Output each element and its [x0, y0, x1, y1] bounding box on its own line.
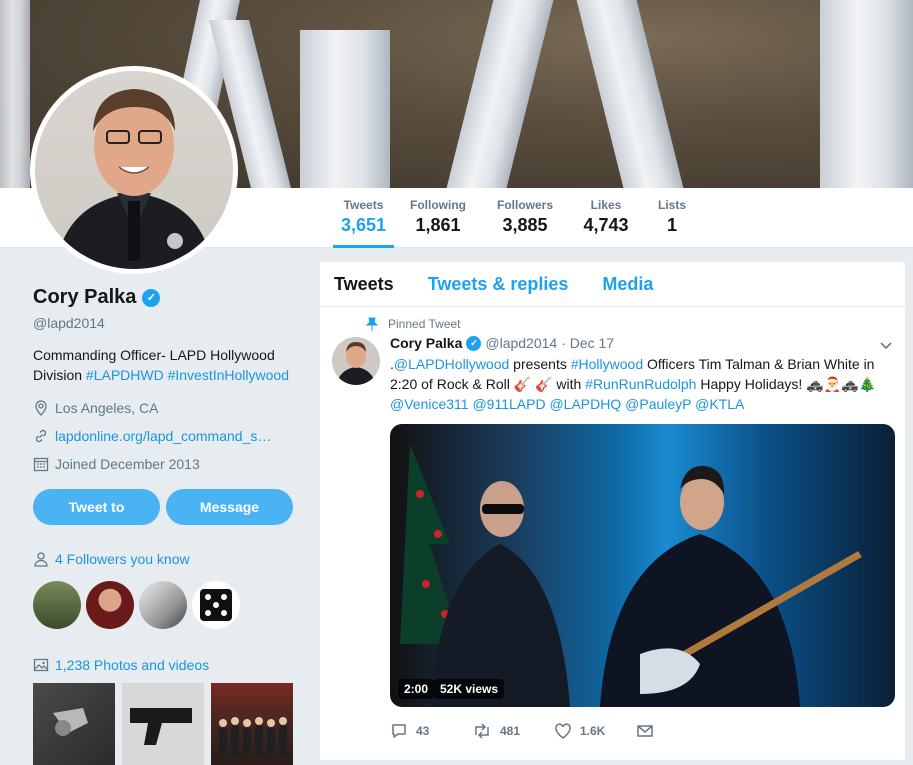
tweet-text-part: presents: [509, 356, 571, 372]
profile-name-row: Cory Palka ✓: [33, 286, 295, 309]
stat-label: Tweets: [343, 198, 384, 212]
pinned-indicator: Pinned Tweet: [366, 317, 461, 331]
hashtag-hollywood[interactable]: #Hollywood: [571, 356, 643, 372]
tweet-date[interactable]: · Dec 17: [561, 335, 614, 351]
timeline: Tweets Tweets & replies Media Pinned Twe…: [319, 261, 906, 761]
person-icon: [34, 552, 48, 567]
mention-ktla[interactable]: @KTLA: [695, 396, 744, 412]
stat-likes[interactable]: Likes 4,743: [582, 198, 630, 248]
profile-handle: @lapd2014: [33, 315, 105, 331]
photo-thumb[interactable]: [122, 683, 204, 765]
tweet-video[interactable]: 2:00 52K views: [390, 424, 895, 707]
mention-lapdhq[interactable]: @LAPDHQ: [549, 396, 621, 412]
pin-icon: [366, 317, 378, 331]
retweet-count: 481: [500, 724, 521, 738]
stat-following[interactable]: Following 1,861: [408, 198, 468, 248]
stat-label: Likes: [590, 198, 622, 212]
dice-icon: [200, 589, 232, 621]
stat-value: 1: [666, 215, 677, 235]
location-row: Los Angeles, CA: [33, 399, 295, 417]
tab-tweets-and-replies[interactable]: Tweets & replies: [428, 274, 569, 295]
tweet-handle[interactable]: @lapd2014: [485, 335, 557, 351]
follower-avatar[interactable]: [33, 581, 81, 629]
stat-lists[interactable]: Lists 1: [658, 198, 686, 248]
stat-value: 1,861: [415, 215, 461, 235]
image-icon: [33, 658, 49, 672]
bio-hashtag-investinhollywood[interactable]: #InvestInHollywood: [168, 367, 289, 383]
direct-message-button[interactable]: [636, 722, 718, 740]
tweet-text: .@LAPDHollywood presents #Hollywood Offi…: [390, 354, 900, 414]
mention-lapdhollywood[interactable]: @LAPDHollywood: [394, 356, 509, 372]
tweet-text-part: Happy Holidays! 🚓🎅🚓🎄: [696, 376, 876, 392]
verified-icon: ✓: [466, 335, 482, 351]
followers-you-know-header: 4 Followers you know: [33, 551, 295, 567]
mention-911lapd[interactable]: @911LAPD: [472, 396, 545, 412]
retweet-button[interactable]: 481: [472, 722, 554, 740]
follower-avatar[interactable]: [139, 581, 187, 629]
profile-name[interactable]: Cory Palka: [33, 286, 136, 309]
location-text: Los Angeles, CA: [55, 400, 159, 416]
link-icon: [35, 429, 47, 443]
stat-label: Lists: [658, 198, 687, 212]
profile-avatar[interactable]: [30, 66, 238, 274]
stat-value: 3,885: [502, 215, 548, 235]
location-pin-icon: [35, 400, 47, 416]
avatar-photo: [55, 89, 213, 269]
website-row: lapdonline.org/lapd_command_s…: [33, 427, 295, 445]
timeline-tabs: Tweets Tweets & replies Media: [320, 262, 905, 307]
photo-thumb[interactable]: [211, 683, 293, 765]
joined-text: Joined December 2013: [55, 456, 200, 472]
message-button[interactable]: Message: [166, 489, 293, 525]
chevron-down-icon[interactable]: [879, 338, 893, 352]
tab-media[interactable]: Media: [602, 274, 653, 295]
followers-you-know-link[interactable]: 4 Followers you know: [55, 551, 190, 567]
stat-label: Followers: [496, 198, 553, 212]
video-duration: 2:00: [398, 679, 435, 699]
hashtag-runrunrudolph[interactable]: #RunRunRudolph: [585, 376, 696, 392]
joined-row: Joined December 2013: [33, 455, 295, 473]
like-button[interactable]: 1.6K: [554, 722, 636, 740]
reply-count: 43: [416, 724, 430, 738]
retweet-icon: [475, 723, 489, 739]
calendar-icon: [33, 457, 49, 472]
reply-button[interactable]: 43: [390, 722, 472, 740]
tweet-header: Cory Palka ✓ @lapd2014 · Dec 17: [390, 335, 614, 351]
reply-icon: [392, 724, 406, 738]
pinned-label: Pinned Tweet: [388, 317, 461, 331]
stat-value: 4,743: [583, 215, 629, 235]
stat-followers[interactable]: Followers 3,885: [495, 198, 555, 248]
followers-you-know-avatars: [33, 581, 295, 629]
website-link[interactable]: lapdonline.org/lapd_command_s…: [55, 428, 271, 444]
verified-icon: ✓: [142, 288, 161, 307]
profile-actions: Tweet to Message: [33, 489, 295, 525]
profile-bio: Commanding Officer- LAPD Hollywood Divis…: [33, 345, 295, 385]
like-count: 1.6K: [580, 724, 606, 738]
follower-avatar[interactable]: [192, 581, 240, 629]
tweet-actions: 43 481 1.6K: [390, 722, 718, 740]
heart-icon: [555, 723, 571, 739]
photo-thumbnails: [33, 683, 295, 765]
envelope-icon: [637, 725, 653, 737]
stat-label: Following: [410, 198, 466, 212]
video-views: 52K views: [434, 679, 505, 699]
mention-pauleyp[interactable]: @PauleyP: [625, 396, 691, 412]
photo-thumb[interactable]: [33, 683, 115, 765]
stat-tweets[interactable]: Tweets 3,651: [333, 198, 394, 248]
bio-hashtag-lapdhwd[interactable]: #LAPDHWD: [86, 367, 164, 383]
tweet-to-button[interactable]: Tweet to: [33, 489, 160, 525]
follower-avatar[interactable]: [86, 581, 134, 629]
tab-tweets[interactable]: Tweets: [334, 274, 394, 295]
mention-venice311[interactable]: @Venice311: [390, 396, 469, 412]
stat-value: 3,651: [340, 215, 387, 235]
tweet-avatar[interactable]: [332, 337, 380, 385]
profile-card: Cory Palka ✓ @lapd2014 Commanding Office…: [33, 286, 295, 765]
tweet-author[interactable]: Cory Palka: [390, 335, 462, 351]
photos-videos-link[interactable]: 1,238 Photos and videos: [55, 657, 209, 673]
video-frame: [400, 444, 862, 707]
photos-videos-header: 1,238 Photos and videos: [33, 657, 295, 673]
